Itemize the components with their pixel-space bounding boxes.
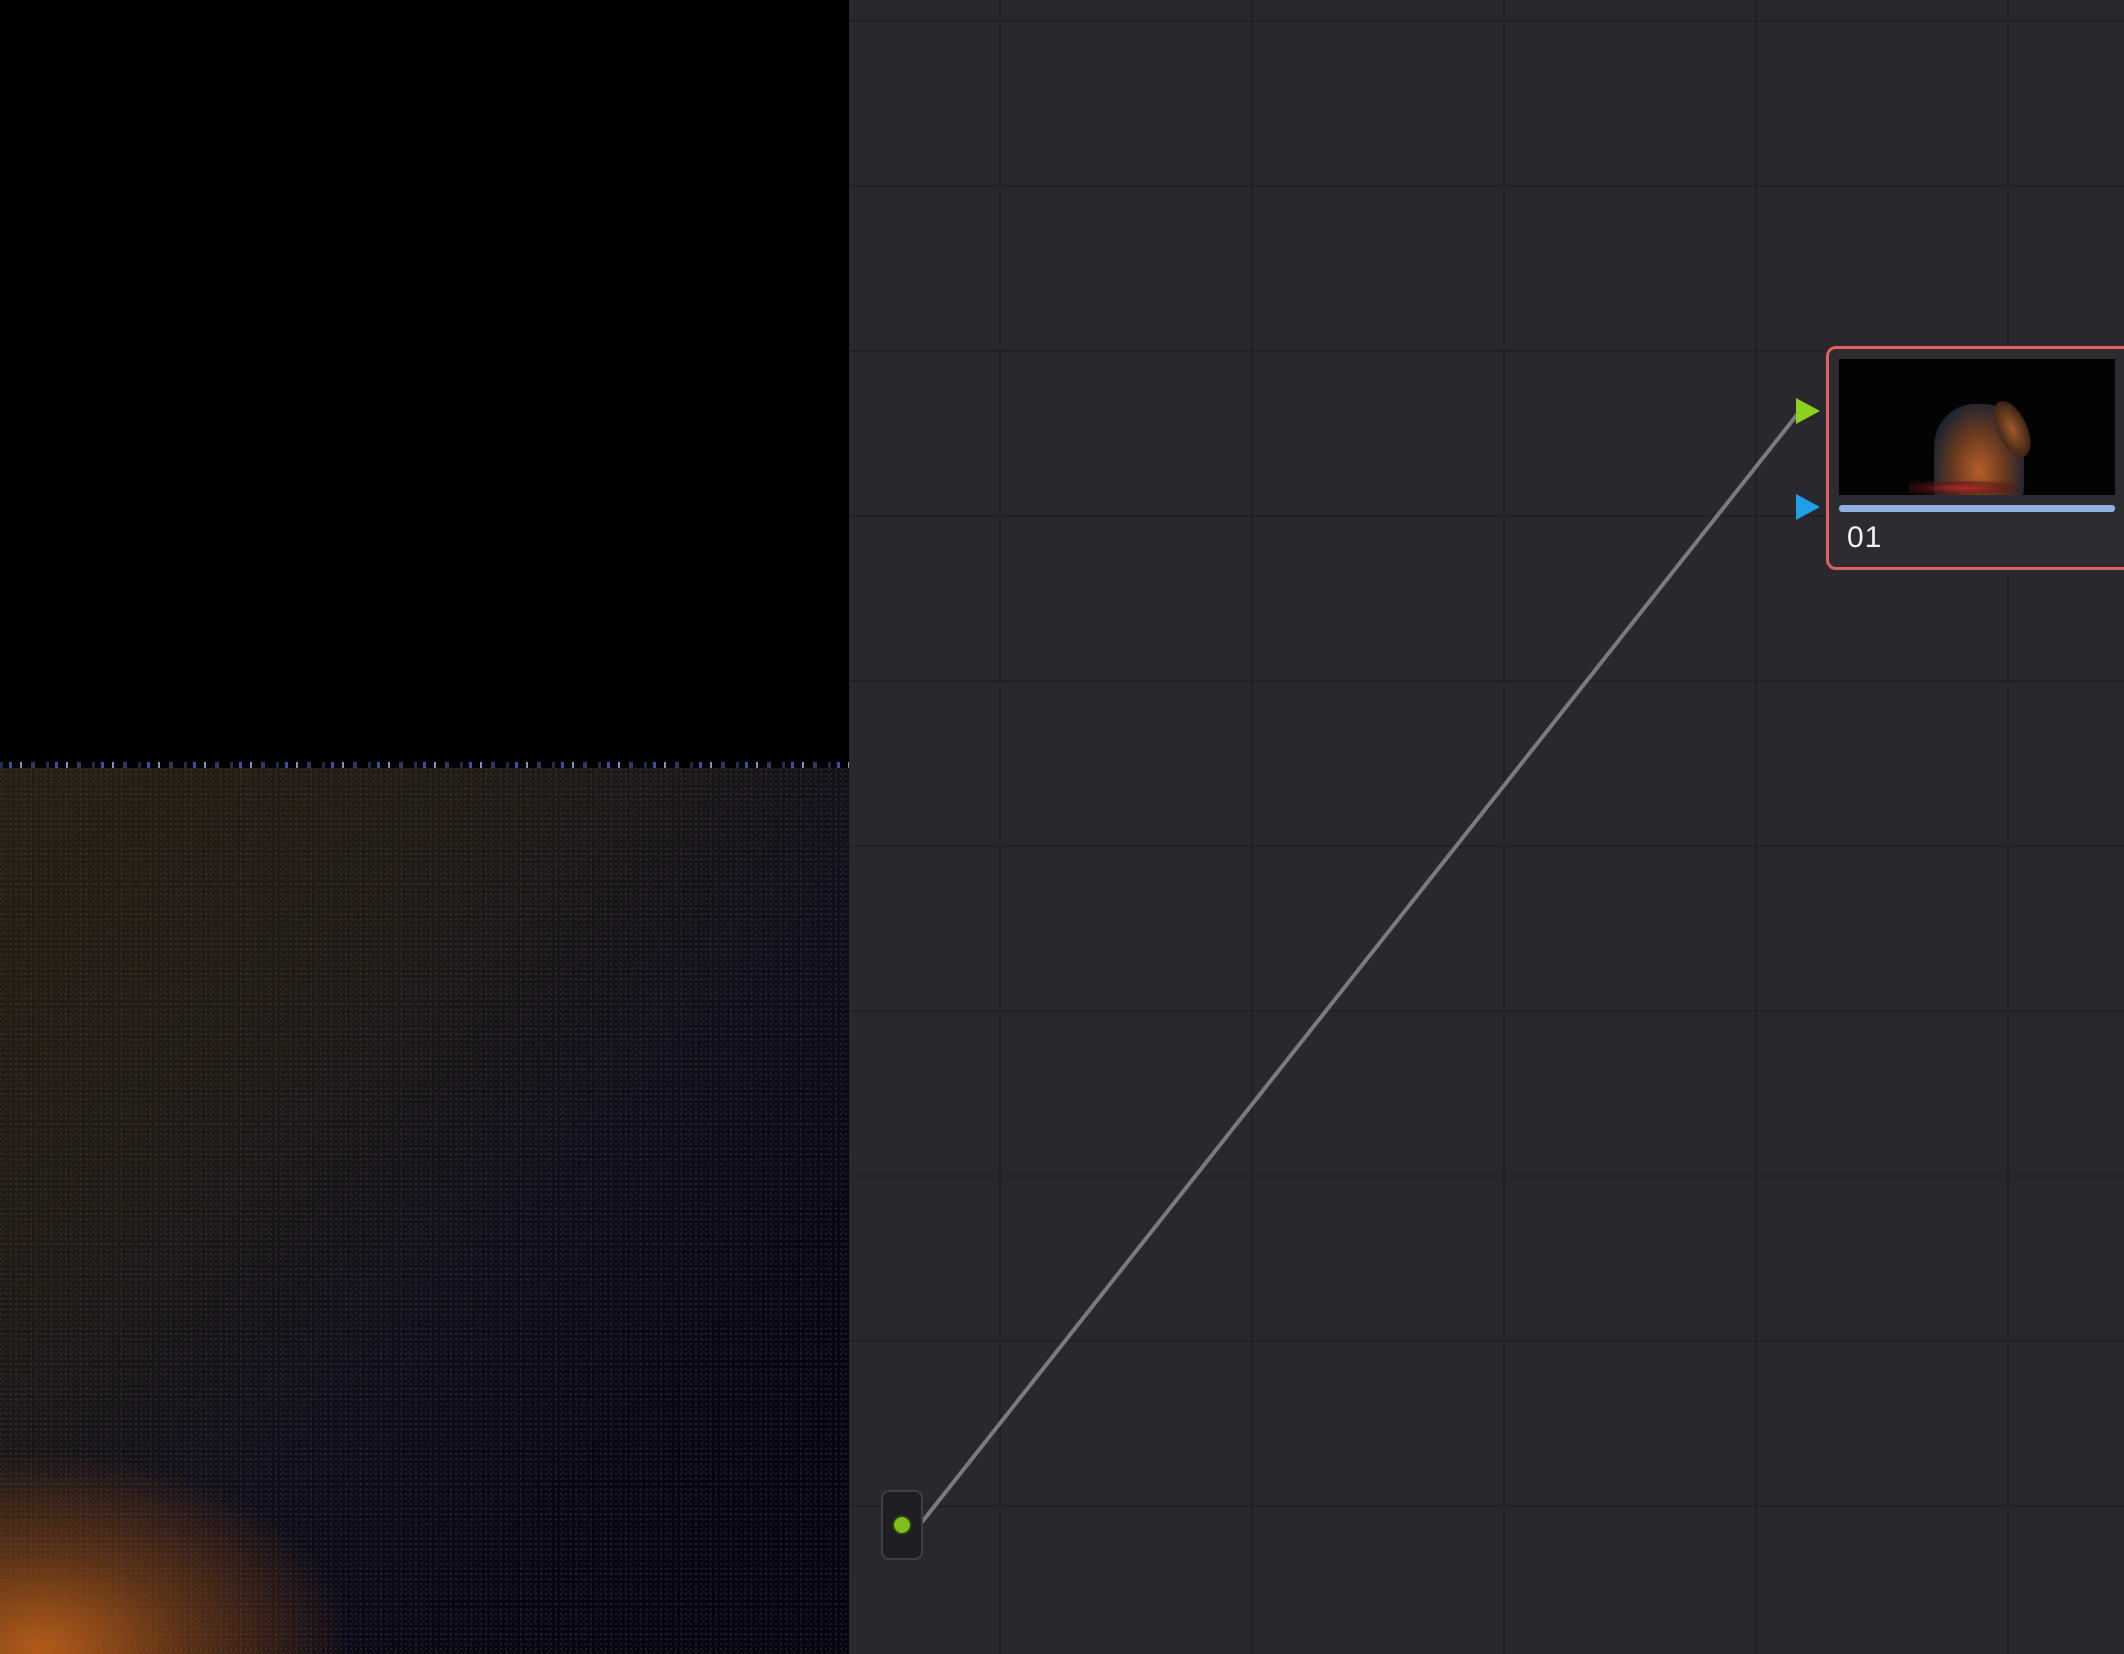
viewer-image-top: [0, 0, 849, 763]
node-rgb-input-triangle-right-icon[interactable]: [1796, 398, 1820, 424]
node-graph-panel[interactable]: [849, 0, 2124, 1654]
source-dot-icon[interactable]: [892, 1515, 912, 1535]
viewer-panel[interactable]: [0, 0, 849, 1654]
corrector-node-01[interactable]: 01: [1826, 346, 2124, 570]
thumbnail-glow: [1909, 481, 2019, 495]
node-thumbnail: [1839, 359, 2115, 495]
color-page: 01: [0, 0, 2124, 1654]
node-label: 01: [1847, 521, 1883, 554]
viewer-image-noise: [0, 768, 849, 1654]
node-key-input-triangle-right-icon[interactable]: [1796, 494, 1820, 520]
node-status-bar: [1839, 505, 2115, 512]
source-input-handle[interactable]: [881, 1490, 923, 1560]
